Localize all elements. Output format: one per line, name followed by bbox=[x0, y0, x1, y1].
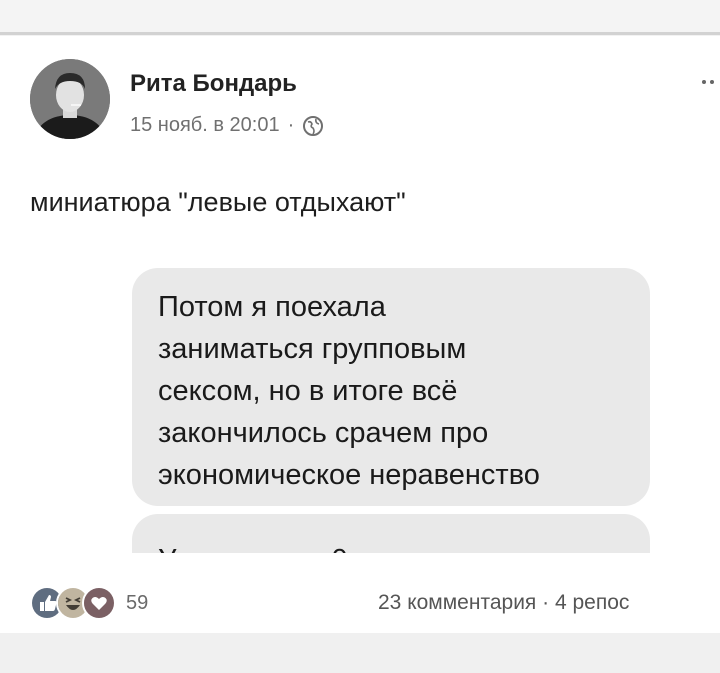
reactions-count: 59 bbox=[126, 591, 149, 614]
top-bar bbox=[0, 0, 720, 32]
reactions-summary[interactable]: 59 bbox=[30, 586, 148, 620]
message-bubble: Потом я поехала заниматься групповым сек… bbox=[132, 268, 650, 506]
bottom-bar bbox=[0, 633, 720, 673]
post-date[interactable]: 15 нояб. в 20:01 bbox=[130, 114, 280, 137]
comments-shares[interactable]: 23 комментария · 4 репос bbox=[378, 591, 629, 615]
globe-icon bbox=[302, 115, 324, 137]
message-line: закончилось срачем про bbox=[158, 417, 489, 449]
facebook-post-screenshot: Рита Бондарь 15 нояб. в 20:01 · миниатюр… bbox=[0, 0, 720, 673]
post-text: миниатюра "левые отдыхают" bbox=[30, 187, 406, 217]
more-options-icon[interactable] bbox=[700, 72, 720, 98]
message-line: заниматься групповым bbox=[158, 333, 467, 365]
love-icon bbox=[82, 586, 116, 620]
divider bbox=[0, 32, 720, 35]
author-name[interactable]: Рита Бондарь bbox=[130, 70, 297, 98]
post-meta: 15 нояб. в 20:01 · bbox=[130, 114, 324, 137]
message-line: Потом я поехала bbox=[158, 291, 386, 323]
message-line: экономическое неравенство bbox=[158, 459, 540, 491]
message-line: сексом, но в итоге всё bbox=[158, 375, 458, 407]
image-cutoff bbox=[120, 553, 660, 593]
message-text: Потом я поехала заниматься групповым сек… bbox=[158, 286, 638, 496]
meta-separator: · bbox=[287, 114, 295, 136]
avatar[interactable] bbox=[30, 59, 110, 139]
